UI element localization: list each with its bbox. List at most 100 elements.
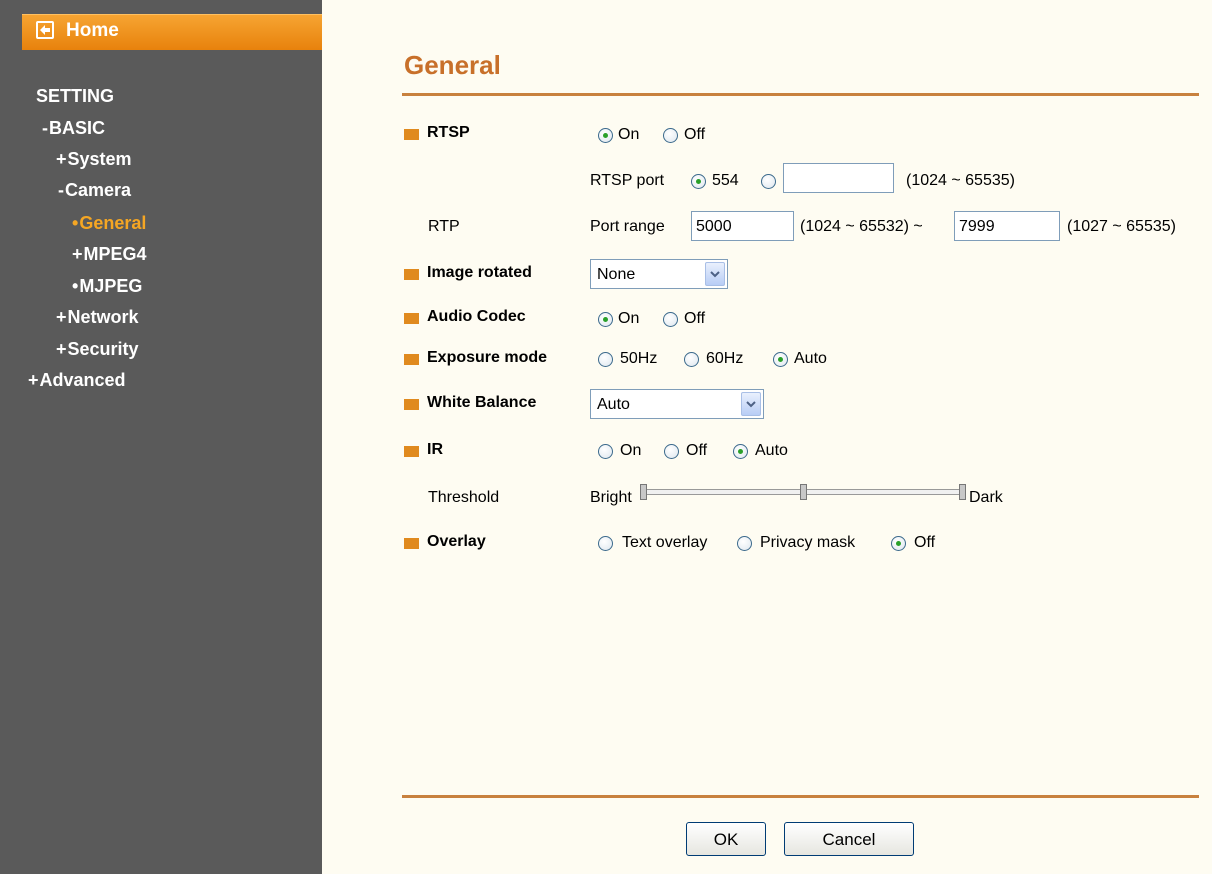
rtsp-off-label: Off xyxy=(684,126,706,143)
overlay-label: Overlay xyxy=(427,533,486,550)
ir-on-radio[interactable] xyxy=(598,444,613,459)
home-label: Home xyxy=(66,20,119,41)
ir-off-label: Off xyxy=(686,442,708,459)
section-bullet-icon xyxy=(404,269,419,280)
overlay-off-label: Off xyxy=(914,534,936,551)
nav-security-label: Security xyxy=(67,339,139,359)
threshold-bright-label: Bright xyxy=(590,489,632,506)
rtsp-on-radio[interactable] xyxy=(598,128,613,143)
sidebar: Home SETTING -BASIC +System -Camera •Gen… xyxy=(0,0,322,874)
back-arrow-icon xyxy=(36,21,54,39)
nav-advanced-label: Advanced xyxy=(39,370,126,390)
ok-button[interactable]: OK xyxy=(686,822,766,856)
image-rotated-value: None xyxy=(597,266,636,283)
overlay-text-label: Text overlay xyxy=(622,534,708,551)
slider-min-end xyxy=(640,484,647,500)
bullet-icon: • xyxy=(72,213,79,233)
ir-auto-radio[interactable] xyxy=(733,444,748,459)
threshold-slider-handle[interactable] xyxy=(800,484,807,500)
rtsp-off-radio[interactable] xyxy=(663,128,678,143)
bullet-icon: • xyxy=(72,276,79,296)
white-balance-select[interactable]: Auto xyxy=(590,389,764,419)
section-bullet-icon xyxy=(404,313,419,324)
rtsp-on-label: On xyxy=(618,126,640,143)
nav-system[interactable]: +System xyxy=(56,149,132,170)
threshold-dark-label: Dark xyxy=(969,489,1003,506)
audio-codec-label: Audio Codec xyxy=(427,308,526,325)
white-balance-label: White Balance xyxy=(427,394,537,411)
nav-basic-label: BASIC xyxy=(49,118,106,138)
rtsp-label: RTSP xyxy=(427,124,470,141)
nav-advanced[interactable]: +Advanced xyxy=(28,370,126,391)
expand-icon: + xyxy=(56,149,67,169)
nav-network[interactable]: +Network xyxy=(56,307,139,328)
rtp-port-range-label: Port range xyxy=(590,218,665,235)
overlay-privacy-label: Privacy mask xyxy=(760,534,856,551)
title-divider xyxy=(402,93,1199,96)
slider-max-end xyxy=(959,484,966,500)
exposure-60hz-radio[interactable] xyxy=(684,352,699,367)
overlay-text-radio[interactable] xyxy=(598,536,613,551)
chevron-down-icon[interactable] xyxy=(741,392,761,416)
nav-network-label: Network xyxy=(67,307,139,327)
ir-auto-label: Auto xyxy=(755,442,788,459)
section-bullet-icon xyxy=(404,399,419,410)
rtsp-port-label: RTSP port xyxy=(590,172,665,189)
section-bullet-icon xyxy=(404,354,419,365)
exposure-auto-label: Auto xyxy=(794,350,827,367)
home-link[interactable]: Home xyxy=(22,14,322,50)
exposure-50hz-label: 50Hz xyxy=(620,350,658,367)
threshold-slider[interactable] xyxy=(640,484,966,500)
rtsp-port-input[interactable] xyxy=(783,163,894,193)
nav-general-label: General xyxy=(79,213,147,233)
expand-icon: + xyxy=(72,244,83,264)
audio-codec-on-radio[interactable] xyxy=(598,312,613,327)
expand-icon: + xyxy=(28,370,39,390)
section-bullet-icon xyxy=(404,129,419,140)
exposure-auto-radio[interactable] xyxy=(773,352,788,367)
nav-security[interactable]: +Security xyxy=(56,339,139,360)
section-bullet-icon xyxy=(404,446,419,457)
rtsp-port-default-radio[interactable] xyxy=(691,174,706,189)
ir-on-label: On xyxy=(620,442,642,459)
audio-codec-off-label: Off xyxy=(684,310,706,327)
nav-general[interactable]: •General xyxy=(72,213,146,234)
chevron-down-icon[interactable] xyxy=(705,262,725,286)
white-balance-value: Auto xyxy=(597,396,630,413)
nav-mjpeg[interactable]: •MJPEG xyxy=(72,276,142,297)
section-bullet-icon xyxy=(404,538,419,549)
overlay-off-radio[interactable] xyxy=(891,536,906,551)
ir-off-radio[interactable] xyxy=(664,444,679,459)
page-title: General xyxy=(404,50,501,80)
rtsp-port-range: (1024 ~ 65535) xyxy=(906,172,1015,189)
exposure-mode-label: Exposure mode xyxy=(427,349,548,366)
image-rotated-select[interactable]: None xyxy=(590,259,728,289)
nav-mpeg4[interactable]: +MPEG4 xyxy=(72,244,147,265)
cancel-button[interactable]: Cancel xyxy=(784,822,914,856)
nav-mpeg4-label: MPEG4 xyxy=(83,244,147,264)
rtsp-port-default-label: 554 xyxy=(712,172,739,189)
threshold-label: Threshold xyxy=(428,489,500,506)
content-panel: General RTSP On Off RTSP port 554 (1024 … xyxy=(322,0,1212,874)
overlay-privacy-radio[interactable] xyxy=(737,536,752,551)
rtp-end-port-input[interactable]: 7999 xyxy=(954,211,1060,241)
collapse-icon: - xyxy=(58,180,64,200)
exposure-50hz-radio[interactable] xyxy=(598,352,613,367)
setting-heading: SETTING xyxy=(36,86,115,106)
expand-icon: + xyxy=(56,307,67,327)
rtp-start-port-input[interactable]: 5000 xyxy=(691,211,794,241)
nav-basic[interactable]: -BASIC xyxy=(42,118,105,139)
audio-codec-off-radio[interactable] xyxy=(663,312,678,327)
rtsp-port-custom-radio[interactable] xyxy=(761,174,776,189)
ir-label: IR xyxy=(427,441,443,458)
collapse-icon: - xyxy=(42,118,48,138)
image-rotated-label: Image rotated xyxy=(427,264,532,281)
footer-divider xyxy=(402,795,1199,798)
expand-icon: + xyxy=(56,339,67,359)
exposure-60hz-label: 60Hz xyxy=(706,350,744,367)
nav-camera-label: Camera xyxy=(65,180,132,200)
rtp-start-range: (1024 ~ 65532) ~ xyxy=(800,218,923,235)
rtp-label: RTP xyxy=(428,218,460,235)
nav-camera[interactable]: -Camera xyxy=(58,180,131,201)
nav-mjpeg-label: MJPEG xyxy=(79,276,143,296)
